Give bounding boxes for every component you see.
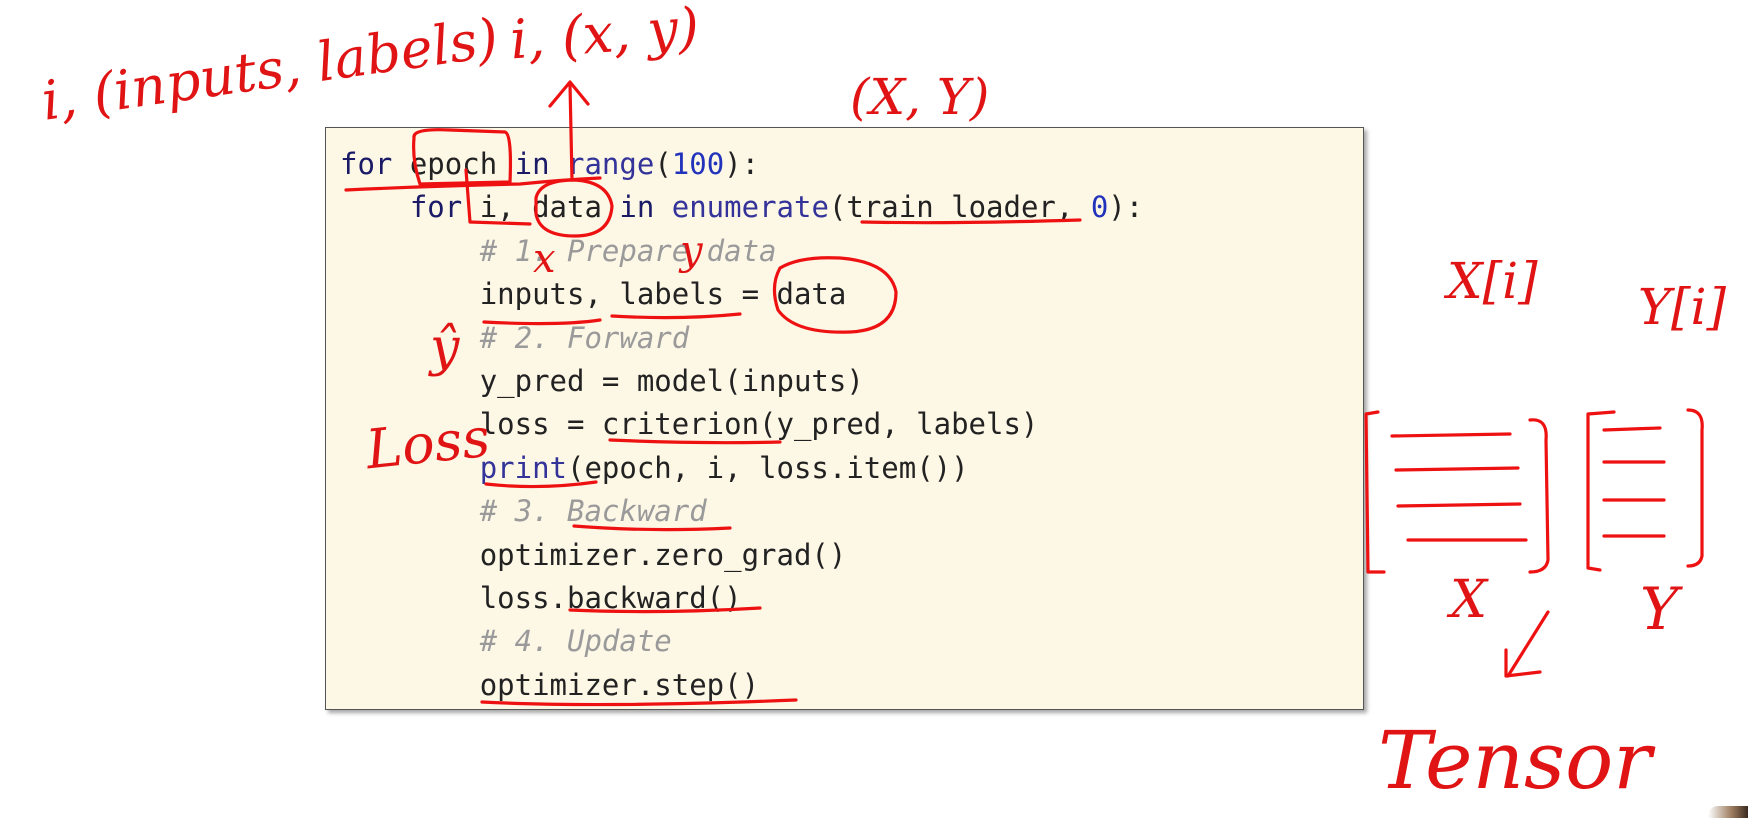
x-row-2	[1394, 466, 1520, 472]
code-keyword: in	[514, 147, 550, 181]
code-line: # 1. Prepare data	[340, 230, 1143, 273]
y-bracket-right	[1686, 408, 1704, 568]
x-row-3	[1396, 502, 1522, 508]
y-bracket-left	[1586, 410, 1616, 572]
annotation-y-i: Y[i]	[1638, 278, 1727, 336]
code-token: (epoch, i, loss.item())	[567, 450, 969, 485]
code-line: optimizer.step()	[340, 664, 1143, 707]
annotation-x-y-top: (X, Y)	[850, 68, 990, 126]
code-line: for i, data in enumerate(train_loader, 0…	[340, 186, 1143, 229]
code-line: inputs, labels = data	[340, 273, 1143, 316]
code-token: ):	[1108, 190, 1144, 225]
code-token: loss = criterion(y_pred, labels)	[479, 407, 1039, 442]
code-keyword: in	[619, 190, 655, 225]
code-token: loss.backward()	[479, 580, 742, 615]
annotation-x-label: X	[1450, 570, 1488, 630]
code-number: 0	[1090, 190, 1109, 225]
annotation-y-hat: ŷ	[430, 318, 460, 378]
annotation-y-label: Y	[1640, 575, 1679, 643]
code-line: for epoch in range(100):	[340, 143, 1143, 186]
x-bracket-left	[1364, 410, 1386, 574]
code-token: ):	[724, 147, 760, 181]
code-token: optimizer.zero_grad()	[479, 537, 847, 572]
annotation-x-mark: x	[533, 236, 556, 282]
annotation-x-i: X[i]	[1447, 252, 1538, 310]
code-line: y_pred = model(inputs)	[340, 360, 1143, 403]
code-line: optimizer.zero_grad()	[340, 534, 1143, 577]
annotation-tensor: Tensor	[1378, 714, 1652, 807]
code-builtin: range	[567, 147, 655, 181]
code-number: 100	[671, 147, 725, 181]
code-line: # 2. Forward	[340, 317, 1143, 360]
y-row-1	[1602, 426, 1662, 432]
code-comment: # 2. Forward	[479, 320, 690, 355]
x-bracket-right	[1528, 418, 1550, 574]
code-token: y_pred = model(inputs)	[479, 363, 864, 398]
code-token: epoch	[392, 147, 515, 181]
code-line: # 4. Update	[340, 620, 1143, 663]
code-token: (train_loader,	[828, 190, 1091, 225]
code-comment: # 1. Prepare data	[479, 233, 777, 268]
code-token: (	[654, 147, 672, 181]
code-comment: # 4. Update	[479, 624, 672, 659]
annotation-i-x-y: i, (x, y)	[508, 0, 701, 72]
code-token: optimizer.step()	[479, 667, 760, 702]
code-token: i, data	[462, 190, 620, 225]
x-row-1	[1390, 432, 1512, 438]
arrow-head	[548, 80, 590, 108]
code-line: # 3. Backward	[340, 490, 1143, 533]
code-comment: # 3. Backward	[479, 494, 707, 529]
annotation-i-inputs-labels: i, (inputs, labels)	[37, 6, 502, 133]
arrow-to-tensor	[1506, 610, 1550, 678]
annotation-loss: Loss	[363, 405, 493, 482]
annotation-y-mark: y	[680, 228, 703, 274]
code-line: loss.backward()	[340, 577, 1143, 620]
code-builtin: enumerate	[671, 190, 829, 225]
code-token: inputs, labels = data	[479, 277, 847, 312]
arrow-to-tensor-head	[1504, 648, 1542, 678]
webcam-thumbnail-edge	[1708, 806, 1748, 818]
code-keyword: for	[340, 147, 393, 181]
code-keyword: for	[409, 190, 463, 225]
